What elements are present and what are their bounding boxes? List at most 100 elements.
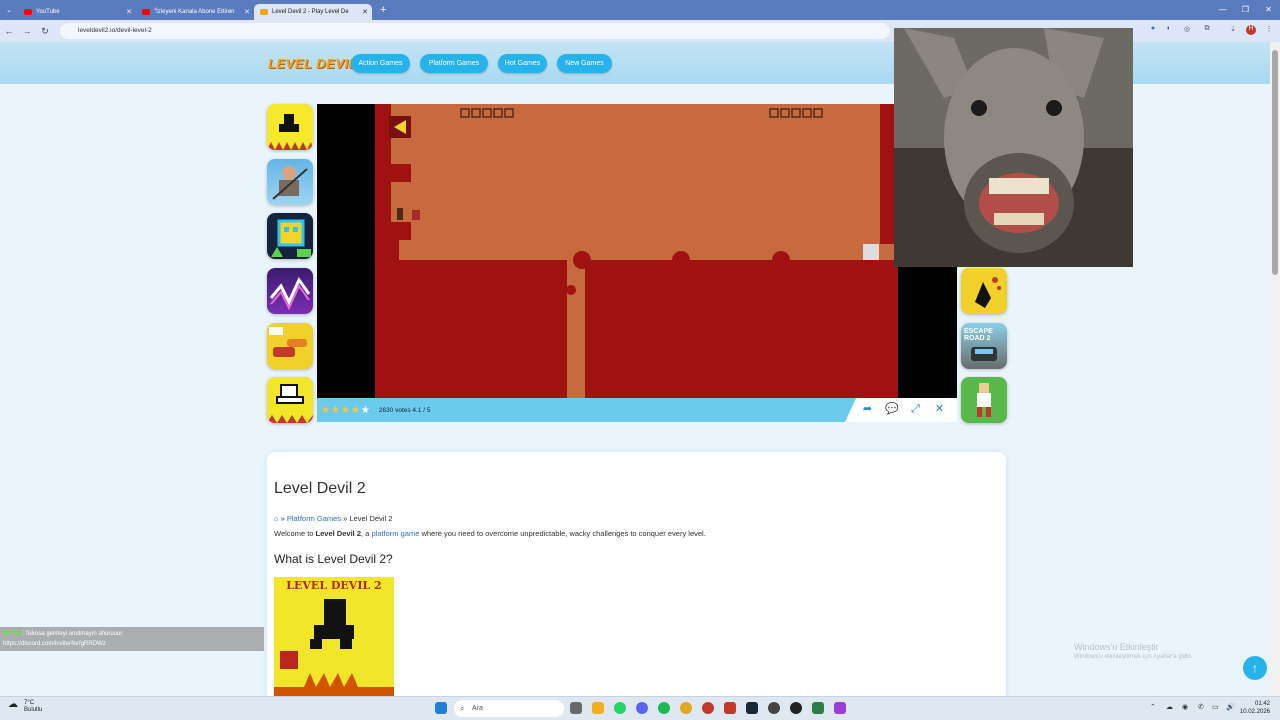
menu-icon[interactable]: ⋮ [1264, 25, 1274, 35]
intro-paragraph: Welcome to Level Devil 2, a platform gam… [274, 529, 706, 538]
game-thumbnail[interactable] [267, 377, 313, 423]
tray-chevron-icon[interactable]: ⌃ [1150, 703, 1156, 711]
maximize-icon[interactable]: ❐ [1234, 0, 1257, 20]
weather-widget[interactable]: ☁ 7°C Bulutlu [4, 700, 42, 714]
tab-youtube[interactable]: YouTube ✕ [18, 4, 136, 20]
game-thumbnail[interactable] [267, 213, 313, 259]
intro-mid: , a [361, 529, 372, 538]
forward-icon[interactable]: → [18, 26, 36, 36]
youtube-icon [24, 9, 32, 15]
nav-platform-games[interactable]: Platform Games [420, 54, 488, 73]
game-thumbnail[interactable] [267, 323, 313, 369]
weather-desc: Bulutlu [24, 707, 43, 713]
close-icon[interactable]: ✕ [244, 8, 250, 16]
close-window-icon[interactable]: ✕ [1257, 0, 1280, 20]
extension-icon[interactable]: ● [1148, 25, 1158, 35]
close-icon[interactable]: ✕ [362, 8, 368, 16]
intro-bold: Level Devil 2 [315, 529, 361, 538]
steam-icon[interactable] [746, 702, 758, 714]
game-thumbnail[interactable] [961, 268, 1007, 314]
stream-chat-overlay: BoTRix: fiskosa gelmeyi unutmayın ahuruu… [0, 627, 264, 651]
tab-search-icon[interactable]: ⌄ [0, 6, 18, 14]
close-icon[interactable]: ✕ [126, 8, 132, 16]
game-favicon [260, 9, 268, 15]
obs-icon[interactable] [790, 702, 802, 714]
start-icon[interactable] [435, 702, 447, 714]
game-thumbnail[interactable] [267, 159, 313, 205]
nav-hot-games[interactable]: Hot Games [498, 54, 547, 73]
volume-icon[interactable]: 🔊 [1226, 703, 1235, 711]
search-icon: ⌕ [460, 704, 465, 713]
downloads-icon[interactable]: ⇣ [1228, 25, 1238, 35]
taskbar: ☁ 7°C Bulutlu ⌕ Ara ⌃ ☁ ◉ ✆ ▭ 🔊 01:42 10… [0, 696, 1280, 720]
new-tab-button[interactable]: + [380, 4, 386, 16]
extensions-icon[interactable]: ⧉ [1202, 25, 1212, 35]
cloud-icon: ☁ [8, 699, 18, 710]
browser-tab-bar: ⌄ YouTube ✕ "İzleyeni Kanala Abone Ettir… [0, 0, 1280, 20]
file-explorer-icon[interactable] [592, 702, 604, 714]
tray-app-icon[interactable]: ✆ [1198, 703, 1204, 711]
profile-avatar[interactable]: H [1246, 25, 1256, 35]
game-toolbar: ★★★★★ 2630 votes 4.1 / 5 ➦ 💬 ⤢ ✕ [317, 398, 957, 422]
task-view-icon[interactable] [570, 702, 582, 714]
app-icon[interactable] [724, 702, 736, 714]
network-icon[interactable]: ▭ [1212, 703, 1219, 711]
section-heading: What is Level Devil 2? [274, 552, 393, 566]
tab-level-devil[interactable]: Level Devil 2 - Play Level De ✕ [254, 4, 372, 20]
taskbar-search[interactable]: ⌕ Ara [454, 700, 564, 717]
tab-youtube-2[interactable]: "İzleyeni Kanala Abone Ettiren ✕ [136, 4, 254, 20]
whatsapp-icon[interactable] [614, 702, 626, 714]
cloud-icon[interactable]: ☁ [1166, 703, 1173, 711]
share-icon[interactable]: ➦ [861, 403, 874, 416]
extension-icon[interactable]: ◎ [1182, 25, 1192, 35]
page-scrollbar[interactable] [1270, 42, 1280, 696]
url-text: leveldevil2.io/devil-level-2 [78, 27, 152, 34]
breadcrumb-sep: » [280, 514, 285, 523]
nav-action-games[interactable]: Action Games [351, 54, 410, 73]
chrome-icon[interactable] [680, 702, 692, 714]
app-icon[interactable] [768, 702, 780, 714]
tray-app-icon[interactable]: ◉ [1182, 703, 1188, 711]
platform-game-link[interactable]: platform game [371, 529, 419, 538]
back-icon[interactable]: ← [0, 26, 18, 36]
spotify-icon[interactable] [658, 702, 670, 714]
site-logo[interactable]: LEVEL DEVIL [268, 56, 357, 71]
game-thumbnail[interactable] [267, 104, 313, 150]
breadcrumb-link-platform-games[interactable]: Platform Games [287, 514, 341, 523]
app-icon[interactable] [812, 702, 824, 714]
watermark-title: Windows'u Etkinleştir [1074, 642, 1159, 652]
webcam-overlay [894, 28, 1133, 267]
game-thumbnail[interactable] [267, 268, 313, 314]
minimize-icon[interactable]: — [1211, 0, 1234, 20]
reload-icon[interactable]: ↻ [36, 26, 54, 37]
extension-icon[interactable]: ◐ [1164, 25, 1174, 35]
nav-new-games[interactable]: New Games [557, 54, 612, 73]
home-icon[interactable]: ⌂ [274, 514, 279, 523]
page-title: Level Devil 2 [274, 480, 366, 497]
game-canvas[interactable] [317, 104, 957, 398]
game-thumbnail[interactable] [961, 377, 1007, 423]
chat-message: BoTRix: fiskosa gelmeyi unutmayın ahuruu… [3, 629, 261, 639]
tab-title: Level Devil 2 - Play Level De [272, 9, 349, 15]
breadcrumb: ⌂ » Platform Games » Level Devil 2 [274, 514, 392, 523]
comment-icon[interactable]: 💬 [885, 403, 899, 416]
scroll-to-top-button[interactable]: ↑ [1243, 656, 1267, 680]
chat-link[interactable]: https://discord.com/invite/4srfgRRDWz [3, 639, 261, 649]
discord-icon[interactable] [636, 702, 648, 714]
app-icon[interactable] [834, 702, 846, 714]
expand-icon[interactable]: ⤢ [909, 403, 922, 416]
youtube-icon [142, 9, 150, 15]
clock[interactable]: 01:42 10.02.2026 [1240, 700, 1270, 716]
breadcrumb-sep: » [343, 514, 348, 523]
intro-pre: Welcome to [274, 529, 316, 538]
fullscreen-icon[interactable]: ✕ [933, 403, 946, 416]
activation-watermark: Windows'u Etkinleştir Windows'u etkinleş… [1074, 642, 1193, 660]
url-input[interactable]: leveldevil2.io/devil-level-2 [60, 23, 890, 39]
rating-stars[interactable]: ★★★★★ [321, 405, 371, 416]
window-controls: — ❐ ✕ [1211, 0, 1280, 20]
chrome-profile-icon[interactable] [702, 702, 714, 714]
scrollbar-thumb[interactable] [1272, 50, 1278, 275]
chat-text: : fiskosa gelmeyi unutmayın ahuruuur [22, 631, 123, 637]
game-thumbnail[interactable]: ESCAPE ROAD 2 [961, 323, 1007, 369]
intro-post: where you need to overcome unpredictable… [419, 529, 706, 538]
